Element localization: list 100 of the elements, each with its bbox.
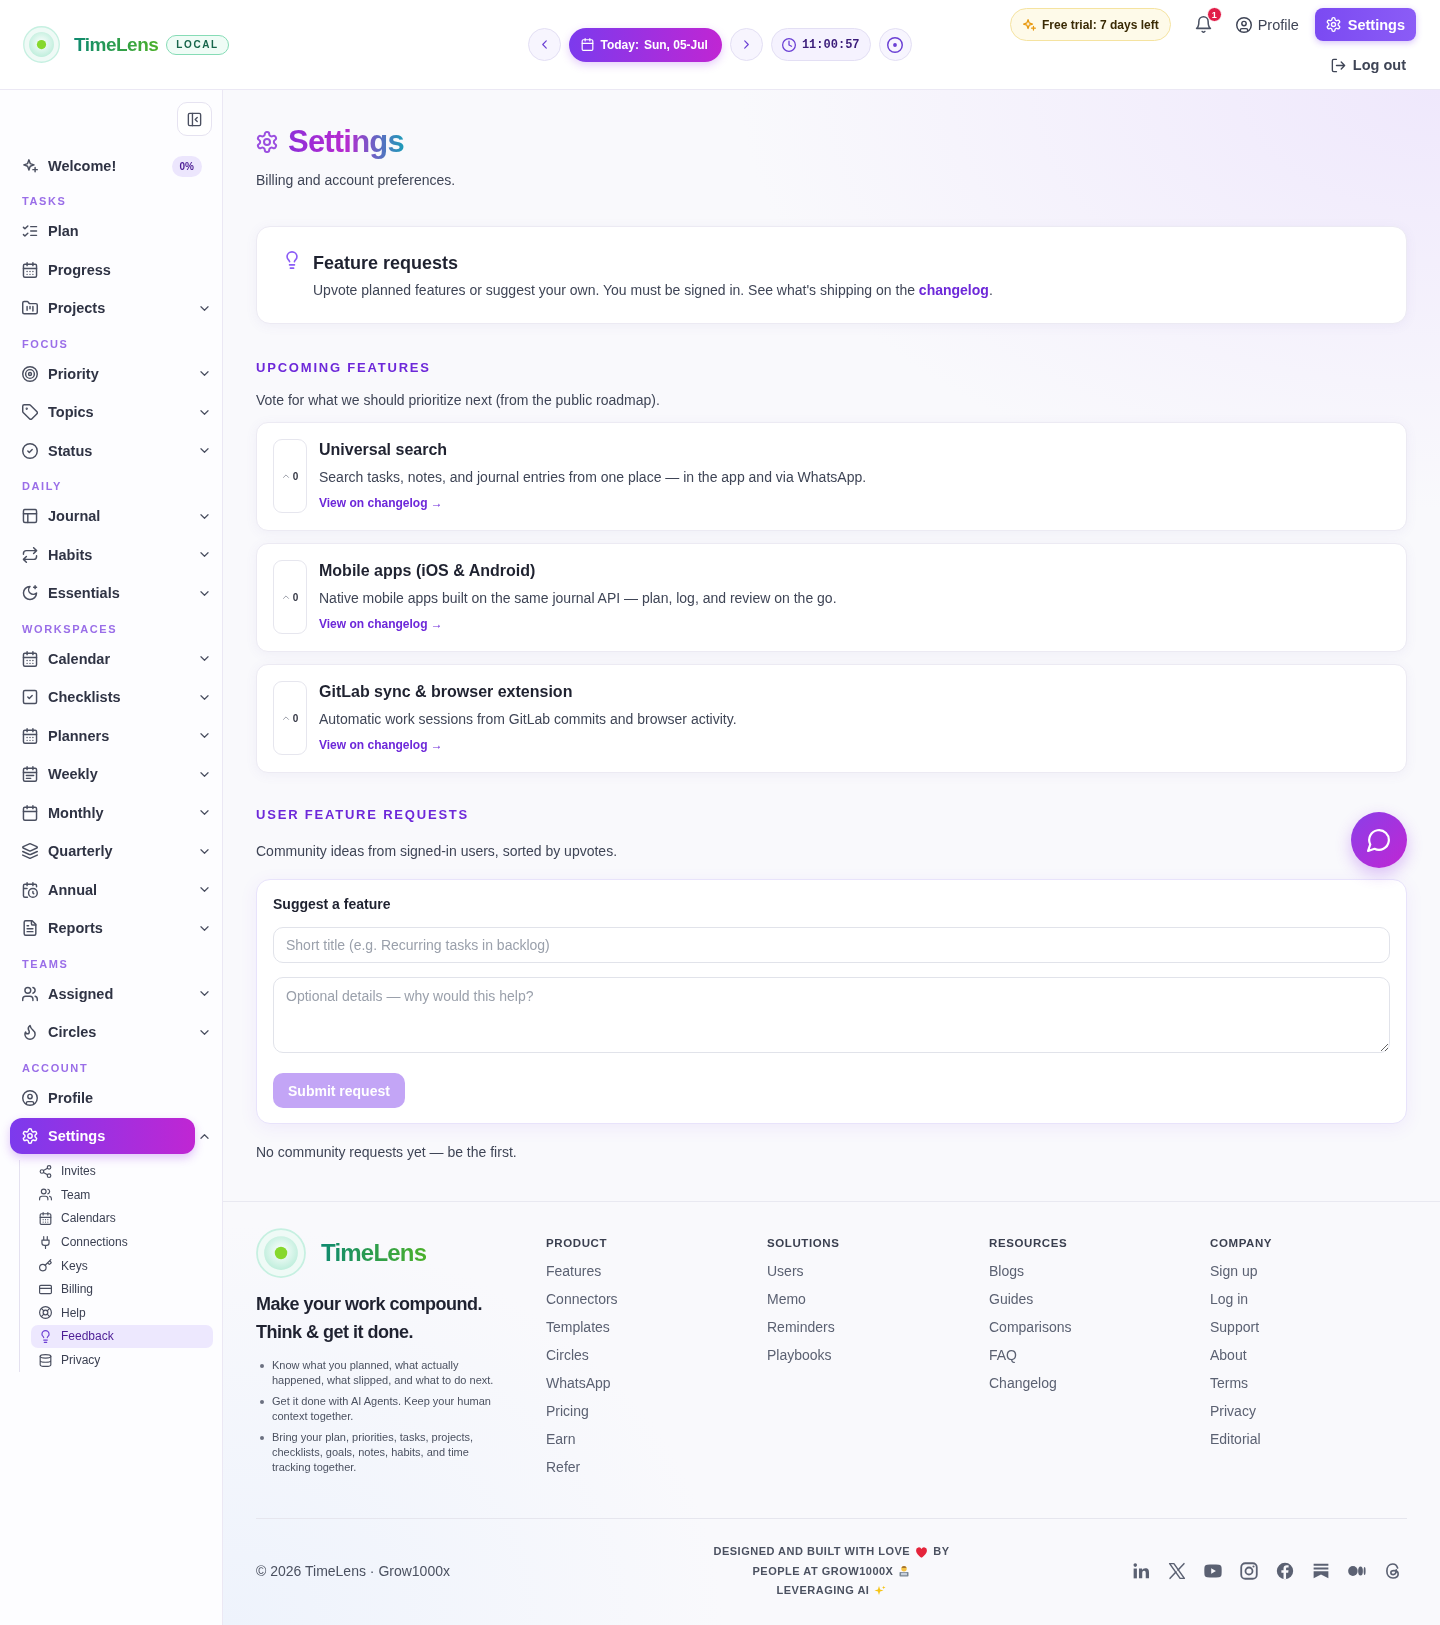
footer-link[interactable]: Connectors	[546, 1285, 618, 1313]
details-input[interactable]: Optional details — why would this help?	[273, 977, 1390, 1053]
calendar-icon	[22, 650, 38, 667]
footer-link[interactable]: Users	[767, 1257, 804, 1285]
clock-button[interactable]: 11:00:57	[770, 28, 871, 61]
upvote-button[interactable]: 0	[273, 439, 307, 513]
linkedin-icon[interactable]	[1132, 1562, 1150, 1581]
footer-link[interactable]: Features	[546, 1257, 602, 1285]
sub-nav-item[interactable]: Calendars	[31, 1206, 213, 1231]
lightbulb-icon	[283, 251, 301, 269]
footer-link[interactable]: Reminders	[767, 1313, 835, 1341]
welcome-link[interactable]: Welcome! 0%	[10, 147, 202, 185]
focus-button[interactable]	[878, 28, 912, 61]
date-button[interactable]: Today: Sun, 05-Jul	[569, 27, 722, 62]
instagram-icon[interactable]	[1240, 1562, 1258, 1581]
nav-item[interactable]: Profile	[10, 1079, 195, 1116]
footer-link[interactable]: Blogs	[989, 1257, 1025, 1285]
calendar-clock-icon	[22, 881, 38, 898]
collapse-sidebar-button[interactable]	[177, 102, 212, 136]
x-logo-icon[interactable]	[1168, 1562, 1186, 1581]
nav-item[interactable]: Plan	[10, 213, 195, 250]
footer-link[interactable]: Editorial	[1210, 1425, 1261, 1453]
nav-item[interactable]: Essentials	[10, 575, 195, 612]
sub-nav-item[interactable]: Billing	[31, 1277, 213, 1302]
changelog-link[interactable]: View on changelog →	[319, 616, 443, 632]
profile-link[interactable]: Profile	[1235, 16, 1299, 33]
facebook-icon[interactable]	[1276, 1562, 1294, 1581]
target-icon	[22, 365, 38, 382]
section-description: Community ideas from signed-in users, sorted by upvotes.	[256, 842, 619, 861]
nav-item[interactable]: Topics	[10, 394, 195, 431]
nav-item[interactable]: Quarterly	[10, 833, 195, 870]
footer-link[interactable]: Templates	[546, 1313, 610, 1341]
footer-link[interactable]: Support	[1210, 1313, 1260, 1341]
sub-nav-item[interactable]: Privacy	[31, 1348, 213, 1372]
footer-link[interactable]: Refer	[546, 1453, 581, 1481]
footer-link[interactable]: Memo	[767, 1285, 806, 1313]
sub-nav-item[interactable]: Team	[31, 1183, 213, 1207]
threads-icon[interactable]	[1384, 1562, 1402, 1581]
footer-column-title: PRODUCT	[546, 1236, 609, 1250]
notification-count: 1	[1206, 7, 1222, 22]
nav-item[interactable]: Weekly	[10, 756, 195, 793]
sub-nav-item[interactable]: Connections	[31, 1230, 213, 1254]
plug-icon	[39, 1235, 52, 1249]
ribbon-icon[interactable]	[1312, 1562, 1330, 1581]
check-circle-icon	[22, 442, 38, 459]
nav-item[interactable]: Settings	[10, 1118, 195, 1155]
footer-link[interactable]: Earn	[546, 1425, 576, 1453]
credit-card-icon	[39, 1282, 52, 1296]
nav-item[interactable]: Annual	[10, 871, 195, 908]
footer-column-title: RESOURCES	[989, 1236, 1069, 1250]
sub-nav-item[interactable]: Keys	[31, 1253, 213, 1278]
changelog-link[interactable]: changelog	[918, 282, 989, 298]
nav-item[interactable]: Planners	[10, 717, 195, 754]
users-icon	[39, 1188, 52, 1202]
upvote-button[interactable]: 0	[273, 681, 307, 755]
footer-link[interactable]: Log in	[1210, 1285, 1249, 1313]
footer-link[interactable]: Circles	[546, 1341, 589, 1369]
footer-link[interactable]: FAQ	[989, 1341, 1017, 1369]
sub-nav-item[interactable]: Invites	[31, 1159, 213, 1184]
settings-icon	[22, 1128, 38, 1145]
footer-link[interactable]: Sign up	[1210, 1257, 1258, 1285]
nav-item[interactable]: Calendar	[10, 640, 195, 677]
changelog-link[interactable]: View on changelog →	[319, 737, 443, 753]
notifications-bell-icon[interactable]	[1194, 16, 1212, 33]
folder-icon	[22, 300, 38, 317]
title-input[interactable]: Short title (e.g. Recurring tasks in backlog)	[273, 927, 1390, 963]
layout-icon	[22, 508, 38, 525]
nav-item[interactable]: Journal	[10, 498, 195, 535]
trial-button[interactable]: Free trial: 7 days left	[1009, 8, 1171, 41]
footer-link[interactable]: Comparisons	[989, 1313, 1072, 1341]
section-label: TASKS	[21, 194, 68, 208]
sub-nav-item[interactable]: Help	[31, 1301, 213, 1325]
changelog-link[interactable]: View on changelog →	[319, 495, 443, 511]
share-icon	[39, 1164, 52, 1178]
circle-dot-icon	[887, 36, 904, 53]
footer-link[interactable]: About	[1210, 1341, 1247, 1369]
nav-item[interactable]: Assigned	[10, 975, 195, 1012]
nav-item[interactable]: Checklists	[10, 679, 195, 716]
nav-item[interactable]: Habits	[10, 536, 195, 573]
logout-link[interactable]: Log out	[1330, 57, 1406, 73]
nav-item[interactable]: Projects	[10, 290, 195, 327]
nav-item[interactable]: Priority	[10, 355, 195, 392]
chat-icon	[1367, 828, 1391, 852]
footer-link[interactable]: WhatsApp	[546, 1369, 611, 1397]
footer-link[interactable]: Pricing	[546, 1397, 589, 1425]
nav-item[interactable]: Reports	[10, 910, 195, 947]
nav-item[interactable]: Circles	[10, 1014, 195, 1051]
lifebuoy-icon	[39, 1306, 52, 1320]
nav-item[interactable]: Progress	[10, 251, 195, 288]
footer-link[interactable]: Privacy	[1210, 1397, 1256, 1425]
nav-item[interactable]: Status	[10, 432, 195, 469]
footer-link[interactable]: Guides	[989, 1285, 1034, 1313]
footer-link[interactable]: Playbooks	[767, 1341, 832, 1369]
upvote-button[interactable]: 0	[273, 560, 307, 634]
chat-button[interactable]	[1351, 812, 1407, 868]
nav-item[interactable]: Monthly	[10, 794, 195, 831]
settings-button[interactable]: Settings	[1314, 8, 1416, 41]
sub-nav-item[interactable]: Feedback	[31, 1324, 213, 1349]
footer-link[interactable]: Changelog	[989, 1369, 1057, 1397]
footer-link[interactable]: Terms	[1210, 1369, 1249, 1397]
